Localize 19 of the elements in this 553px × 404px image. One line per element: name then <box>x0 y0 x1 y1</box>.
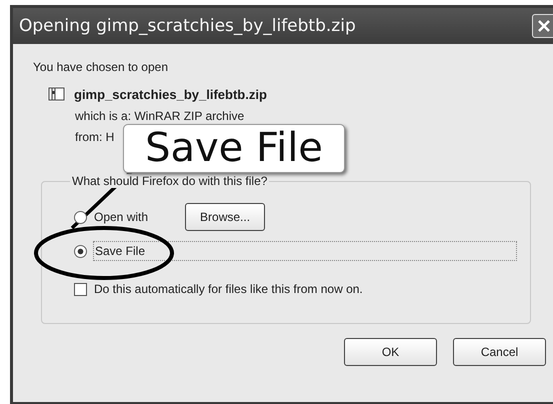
checkbox-label[interactable]: Do this automatically for files like this from now on. <box>93 280 364 298</box>
browse-button[interactable]: Browse... <box>185 203 266 231</box>
ok-button[interactable]: OK <box>344 338 437 366</box>
close-button[interactable] <box>532 14 553 38</box>
radio-button[interactable] <box>74 244 87 258</box>
close-icon <box>536 18 552 34</box>
file-name: gimp_scratchies_by_lifebtb.zip <box>74 86 267 102</box>
archive-icon <box>48 86 66 102</box>
radio-label[interactable]: Save File <box>93 241 517 261</box>
window-title: Opening gimp_scratchies_by_lifebtb.zip <box>19 16 356 36</box>
group-legend: What should Firefox do with this file? <box>70 174 270 188</box>
radio-button[interactable] <box>74 210 87 224</box>
intro-text: You have chosen to open <box>33 60 170 74</box>
cancel-button[interactable]: Cancel <box>453 338 546 366</box>
checkbox[interactable] <box>74 282 87 296</box>
file-source-text: from: H <box>74 130 116 144</box>
file-type-text: which is a: WinRAR ZIP archive <box>74 109 246 123</box>
callout-label: Save File <box>123 124 345 173</box>
radio-label[interactable]: Open with <box>93 208 150 226</box>
